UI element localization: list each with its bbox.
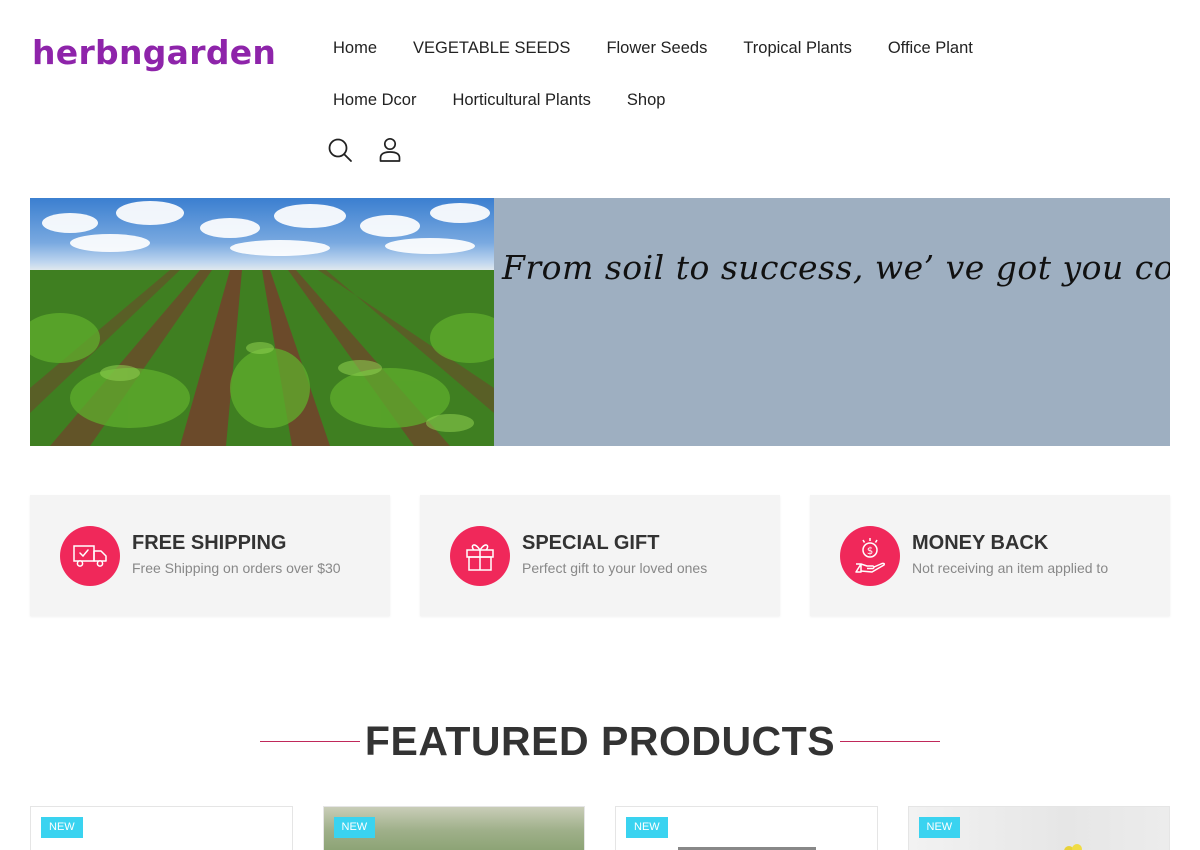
- feature-title: MONEY BACK: [912, 532, 1049, 554]
- feature-title: SPECIAL GIFT: [522, 532, 660, 554]
- feature-description: Perfect gift to your loved ones: [522, 560, 708, 576]
- feature-special-gift: SPECIAL GIFT Perfect gift to your loved …: [420, 495, 780, 616]
- new-badge: NEW: [41, 817, 83, 838]
- feature-description: Not receiving an item applied to: [912, 560, 1109, 576]
- nav-row-1: Home VEGETABLE SEEDS Flower Seeds Tropic…: [315, 22, 1015, 74]
- features-row: FREE SHIPPING Free Shipping on orders ov…: [30, 495, 1170, 616]
- feature-description: Free Shipping on orders over $30: [132, 560, 341, 576]
- nav-item-tropical-plants[interactable]: Tropical Plants: [725, 39, 870, 58]
- site-logo[interactable]: herbngarden: [32, 36, 276, 69]
- nav-item-home[interactable]: Home: [315, 39, 395, 58]
- hero-tagline: From soil to success, we’ ve got you cov…: [502, 248, 1170, 287]
- nav-item-home-decor[interactable]: Home Dcor: [315, 91, 434, 110]
- product-card[interactable]: NEW: [615, 806, 878, 850]
- nav-item-office-plant[interactable]: Office Plant: [870, 39, 991, 58]
- hero-field-image: [30, 198, 494, 446]
- new-badge: NEW: [918, 817, 961, 838]
- svg-text:$: $: [867, 546, 873, 557]
- gift-icon: [450, 526, 510, 586]
- section-title: FEATURED PRODUCTS: [364, 718, 836, 764]
- money-hand-icon: $: [840, 526, 900, 586]
- nav-row-2: Home Dcor Horticultural Plants Shop: [315, 74, 1015, 126]
- truck-icon: [60, 526, 120, 586]
- nav-item-vegetable-seeds[interactable]: VEGETABLE SEEDS: [395, 39, 588, 58]
- header-icons: [327, 136, 403, 164]
- product-card[interactable]: NEW: [322, 806, 585, 850]
- main-nav: Home VEGETABLE SEEDS Flower Seeds Tropic…: [315, 22, 1015, 126]
- feature-money-back: $ MONEY BACK Not receiving an item appli…: [810, 495, 1170, 616]
- product-card[interactable]: NEW: [30, 806, 293, 850]
- search-icon[interactable]: [327, 136, 353, 164]
- hero-text-panel: From soil to success, we’ ve got you cov…: [494, 198, 1170, 446]
- new-badge: NEW: [626, 817, 668, 838]
- feature-title: FREE SHIPPING: [132, 532, 287, 554]
- product-grid: NEW NEW NEW NEW: [30, 806, 1170, 850]
- user-icon[interactable]: [377, 136, 403, 164]
- title-divider-right: [840, 741, 940, 742]
- product-image: [1063, 844, 1082, 850]
- hero-banner[interactable]: From soil to success, we’ ve got you cov…: [30, 198, 1170, 446]
- feature-free-shipping: FREE SHIPPING Free Shipping on orders ov…: [30, 495, 390, 616]
- nav-item-shop[interactable]: Shop: [609, 91, 684, 110]
- nav-item-horticultural-plants[interactable]: Horticultural Plants: [434, 91, 608, 110]
- product-card[interactable]: NEW: [907, 806, 1170, 850]
- nav-item-flower-seeds[interactable]: Flower Seeds: [588, 39, 725, 58]
- new-badge: NEW: [333, 817, 376, 838]
